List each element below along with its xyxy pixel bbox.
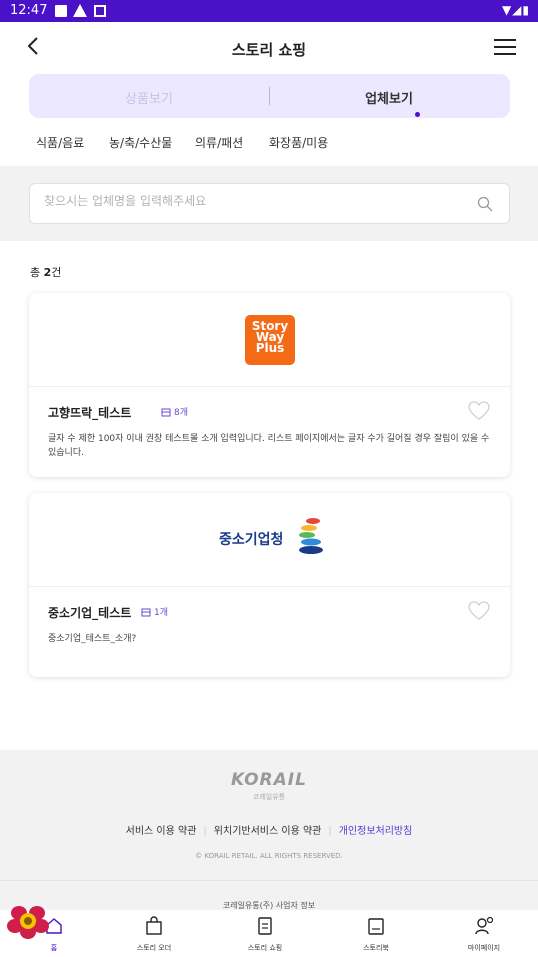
tab-companies[interactable]: 업체보기 [269,88,509,107]
badge-text: 1개 [154,608,169,618]
count-suffix: 건 [51,266,62,279]
book-icon [368,918,384,935]
link-separator: | [328,826,332,837]
nav-story-book[interactable]: 스토리북 [322,910,430,957]
footer-divider [0,880,538,881]
terms-link[interactable]: 서비스 이용 약관 [126,826,197,837]
receipt-icon [258,917,272,935]
search-input[interactable] [44,194,444,208]
company-logo-area: 중소기업청 [29,493,510,587]
link-separator: | [203,826,207,837]
company-card[interactable]: 중소기업청 중소기업_테스트 1개 중소기업_테스트_소개? [29,493,510,677]
category-agriculture[interactable]: 농/축/수산물 [109,134,172,151]
company-description: 글자 수 제한 100자 이내 권장 테스트몰 소개 입력입니다. 리스트 페이… [48,434,490,458]
app-bar: 스토리 쇼핑 [0,22,538,74]
image-icon [94,5,106,17]
company-name: 고향뜨락_테스트 [48,406,132,420]
count-prefix: 총 [30,266,44,279]
nav-home-label: 홈 [50,944,58,952]
location-terms-link[interactable]: 위치기반서비스 이용 약관 [214,826,322,837]
korail-logo-sub: 코레일유통 [252,793,286,801]
company-description: 중소기업_테스트_소개? [48,634,137,644]
hamburger-menu-icon[interactable] [494,38,516,56]
status-bar: 12:47 ▼◢▮ [0,0,538,22]
copyright: © KORAIL RETAIL. ALL RIGHTS RESERVED. [195,852,343,860]
notification-icon [55,5,67,17]
nav-shopping-label: 스토리 쇼핑 [247,944,283,952]
search-section [0,166,538,241]
signal-battery-icon: ▼◢▮ [501,3,530,17]
flower-mascot-icon[interactable] [6,904,50,940]
nav-mypage[interactable]: 마이페이지 [430,910,538,957]
status-time: 12:47 [10,3,48,18]
product-count-badge: 8개 [161,404,188,419]
nav-story-shopping[interactable]: 스토리 쇼핑 [211,910,319,957]
view-toggle: 상품보기 업체보기 [29,74,510,118]
bottom-nav: 홈 스토리 오더 스토리 쇼핑 스토리북 마이페이지 [0,910,538,957]
nav-story-order[interactable]: 스토리 오더 [100,910,208,957]
nav-order-label: 스토리 오더 [136,944,172,952]
search-icon[interactable] [477,196,493,212]
store-icon [161,408,171,416]
category-food[interactable]: 식품/음료 [36,134,84,151]
sme-agency-logo: 중소기업청 [219,515,329,555]
search-box [29,183,510,224]
alert-icon [73,4,87,17]
privacy-policy-link[interactable]: 개인정보처리방침 [339,826,413,837]
user-icon [475,916,494,935]
page-title: 스토리 쇼핑 [231,41,307,59]
company-card[interactable]: Story Way Plus 고향뜨락_테스트 8개 글자 수 제한 100자 이내… [29,293,510,477]
store-icon [141,608,151,616]
product-count-badge: 1개 [141,604,168,619]
korail-logo: KORAIL [231,770,307,790]
company-logo-area: Story Way Plus [29,293,510,387]
result-count: 총 2건 [30,264,61,280]
footer: KORAIL 코레일유통 서비스 이용 약관 | 위치기반서비스 이용 약관 | 개인정… [0,750,538,910]
nav-mypage-label: 마이페이지 [467,944,501,952]
heart-icon[interactable] [468,401,490,421]
heart-icon[interactable] [468,601,490,621]
badge-text: 8개 [174,408,189,418]
footer-links: 서비스 이용 약관 | 위치기반서비스 이용 약관 | 개인정보처리방침 [0,822,538,837]
sme-logo-mark [299,518,323,554]
tab-products[interactable]: 상품보기 [29,88,269,107]
storyway-plus-logo: Story Way Plus [245,315,295,365]
selected-indicator [415,112,420,117]
category-cosmetics[interactable]: 화장품/미용 [269,134,328,151]
bag-icon [146,916,162,935]
nav-book-label: 스토리북 [363,944,389,952]
category-clothing[interactable]: 의류/패션 [195,134,243,151]
company-name: 중소기업_테스트 [48,606,132,620]
